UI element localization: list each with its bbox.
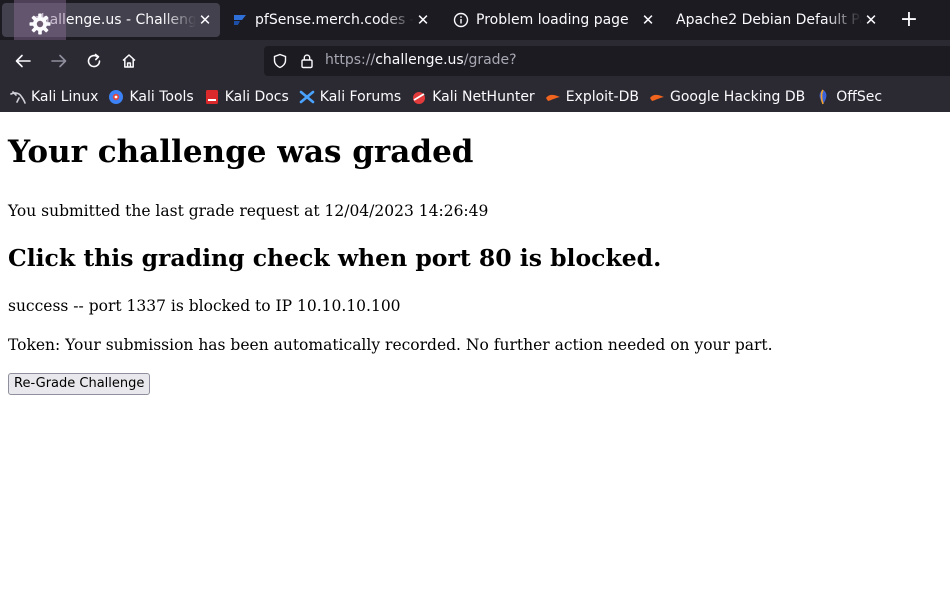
tracking-protection-icon[interactable] bbox=[272, 53, 288, 69]
tab-title: pfSense.merch.codes - Firewall bbox=[255, 12, 414, 28]
bookmark-label: OffSec bbox=[836, 89, 883, 105]
url-path: /grade? bbox=[463, 52, 517, 68]
ghdb-icon bbox=[649, 89, 665, 105]
bookmark-label: Google Hacking DB bbox=[669, 89, 806, 105]
new-tab-button[interactable]: + bbox=[896, 6, 922, 34]
bookmark-label: Exploit-DB bbox=[565, 89, 639, 105]
pfsense-icon bbox=[232, 12, 248, 28]
submission-timestamp-text: You submitted the last grade request at … bbox=[8, 202, 489, 220]
tab-title: Problem loading page bbox=[476, 12, 629, 28]
tab-strip: challenge.us - Challenge Success ✕ pfSen… bbox=[0, 0, 950, 48]
bookmark-kali-forums[interactable]: Kali Forums bbox=[299, 89, 401, 105]
lock-icon[interactable] bbox=[300, 53, 314, 69]
close-icon[interactable]: ✕ bbox=[196, 11, 214, 29]
page-title: Your challenge was graded bbox=[8, 134, 474, 170]
token-text: Token: Your submission has been automati… bbox=[8, 336, 773, 354]
url-host: challenge.us bbox=[375, 52, 464, 68]
bookmark-kali-nethunter[interactable]: Kali NetHunter bbox=[411, 89, 535, 105]
tab-title: Apache2 Debian Default Page bbox=[676, 12, 862, 28]
home-button[interactable] bbox=[116, 49, 142, 73]
bookmark-label: Kali Docs bbox=[224, 89, 289, 105]
grading-check-heading: Click this grading check when port 80 is… bbox=[8, 244, 662, 272]
back-button[interactable] bbox=[10, 49, 36, 73]
kali-docs-icon bbox=[204, 89, 220, 105]
tab-problem-loading[interactable]: Problem loading page ✕ bbox=[445, 3, 663, 37]
close-icon[interactable]: ✕ bbox=[639, 11, 657, 29]
bookmark-label: Kali Linux bbox=[31, 89, 99, 105]
bookmark-label: Kali NetHunter bbox=[432, 89, 535, 105]
bookmark-kali-linux[interactable]: Kali Linux bbox=[10, 89, 98, 105]
url-scheme: https:// bbox=[325, 52, 376, 68]
bookmark-offsec[interactable]: OffSec bbox=[815, 89, 882, 105]
info-icon bbox=[453, 12, 469, 28]
nethunter-icon bbox=[411, 89, 427, 105]
url-text[interactable]: https://challenge.us/grade? bbox=[325, 52, 517, 68]
bookmarks-toolbar: Kali Linux Kali Tools Kali Docs Kali For… bbox=[0, 82, 950, 112]
url-bar[interactable]: https://challenge.us/grade? bbox=[264, 46, 950, 76]
kali-forums-icon bbox=[299, 89, 315, 105]
bookmark-google-hacking-db[interactable]: Google Hacking DB bbox=[649, 89, 805, 105]
kali-dragon-icon bbox=[10, 89, 26, 105]
bookmark-exploit-db[interactable]: Exploit-DB bbox=[545, 89, 639, 105]
regrade-challenge-button[interactable]: Re-Grade Challenge bbox=[8, 373, 151, 395]
arrow-right-icon bbox=[51, 54, 67, 68]
arrow-left-icon bbox=[15, 54, 31, 68]
close-icon[interactable]: ✕ bbox=[862, 11, 880, 29]
bookmark-label: Kali Forums bbox=[319, 89, 402, 105]
close-icon[interactable]: ✕ bbox=[414, 11, 432, 29]
tab-pfsense[interactable]: pfSense.merch.codes - Firewall ✕ bbox=[224, 3, 438, 37]
bookmark-kali-tools[interactable]: Kali Tools bbox=[108, 89, 194, 105]
reload-button[interactable] bbox=[81, 49, 107, 73]
reload-icon bbox=[87, 53, 101, 68]
exploit-db-icon bbox=[545, 89, 561, 105]
home-icon bbox=[122, 54, 136, 68]
offsec-icon bbox=[815, 89, 831, 105]
forward-button[interactable] bbox=[46, 49, 72, 73]
kali-tools-icon bbox=[108, 89, 124, 105]
grading-result-text: success -- port 1337 is blocked to IP 10… bbox=[8, 297, 401, 315]
bookmark-kali-docs[interactable]: Kali Docs bbox=[204, 89, 289, 105]
tab-apache[interactable]: Apache2 Debian Default Page ✕ bbox=[668, 3, 886, 37]
bookmark-label: Kali Tools bbox=[129, 89, 194, 105]
